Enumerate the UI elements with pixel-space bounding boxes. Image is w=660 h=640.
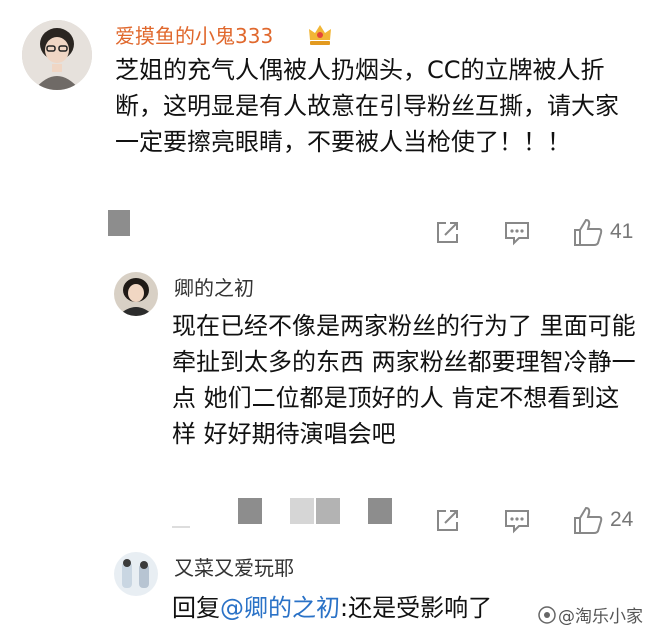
share-button[interactable] [432, 504, 462, 536]
mention-link[interactable]: @卿的之初 [220, 594, 340, 622]
thumbs-up-icon [574, 218, 603, 246]
like-button[interactable]: 24 [572, 504, 633, 536]
reply-text: 现在已经不像是两家粉丝的行为了 里面可能牵扯到太多的东西 两家粉丝都要理智冷静一… [172, 312, 636, 448]
like-count: 24 [610, 508, 634, 531]
comment-button[interactable] [502, 504, 532, 536]
action-bar: 24 [0, 504, 660, 536]
username-text: 又菜又爱玩耶 [174, 556, 294, 580]
username[interactable]: 又菜又爱玩耶 [174, 556, 294, 580]
like-count: 41 [610, 220, 634, 243]
like-button[interactable]: 41 [572, 216, 633, 248]
watermark-text: @淘乐小家 [558, 607, 643, 627]
avatar[interactable] [22, 20, 92, 90]
reply-prefix: 回复 [172, 594, 220, 622]
comment-text: 芝姐的充气人偶被人扔烟头，CC的立牌被人折断，这明显是有人故意在引导粉丝互撕，请… [115, 56, 619, 156]
username-text: 卿的之初 [174, 276, 254, 300]
share-icon [437, 510, 458, 531]
comment-icon [505, 510, 529, 534]
watermark: @淘乐小家 [538, 602, 643, 627]
share-button[interactable] [432, 216, 462, 248]
username[interactable]: 卿的之初 [174, 276, 254, 300]
username[interactable]: 爱摸鱼的小鬼333 [115, 24, 273, 48]
comment-item: 爱摸鱼的小鬼333 芝姐的充气人偶被人扔烟头，CC的立牌被人折断，这明显是有人故… [0, 0, 660, 260]
reply-item: 又菜又爱玩耶 回复@卿的之初:还是受影响了 @淘乐小家 [0, 542, 660, 640]
crown-icon [309, 25, 331, 45]
reply-item: 卿的之初 现在已经不像是两家粉丝的行为了 里面可能牵扯到太多的东西 两家粉丝都要… [0, 262, 660, 540]
thumbs-up-icon [574, 506, 603, 534]
avatar[interactable] [114, 552, 158, 596]
share-icon [437, 222, 458, 243]
comment-button[interactable] [502, 216, 532, 248]
username-text: 爱摸鱼的小鬼333 [115, 24, 274, 48]
comment-icon [505, 222, 529, 246]
reply-body: :还是受影响了 [340, 594, 493, 622]
action-bar: 41 [0, 216, 660, 248]
avatar[interactable] [114, 272, 158, 316]
weibo-logo-icon [538, 605, 556, 624]
